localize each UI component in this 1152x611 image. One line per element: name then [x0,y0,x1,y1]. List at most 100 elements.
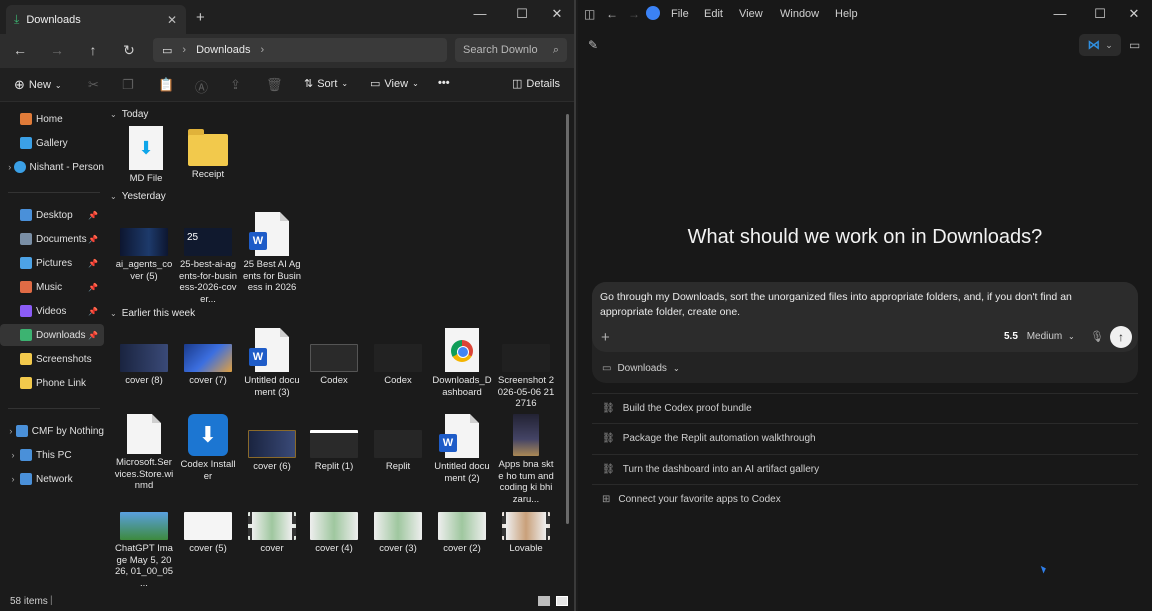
back-icon[interactable]: ← [606,7,618,21]
file-item[interactable]: cover (7) [178,328,238,387]
sidebar-item-network[interactable]: › Network [0,468,104,490]
sidebar-toggle-icon[interactable]: ◫ [584,7,595,21]
file-item[interactable]: cover [242,512,302,555]
file-item[interactable]: ⬇ Codex Installer [178,414,238,482]
prompt-input[interactable]: Go through my Downloads, sort the unorga… [600,290,1100,320]
maximize-button[interactable]: ☐ [510,6,534,22]
search-input[interactable]: Search Downlo ⌕ [455,38,567,62]
paste-icon[interactable]: 📋 [158,77,174,93]
file-item[interactable]: cover (2) [432,512,492,555]
share-icon[interactable]: ⇪ [230,77,241,93]
group-header-earlier-this-week[interactable]: ⌄ Earlier this week [110,308,195,319]
pictures-icon [20,257,32,269]
model-selector[interactable]: 5.5 Medium ⌄ [1004,331,1075,342]
sidebar-label: Videos [36,305,67,317]
menu-help[interactable]: Help [835,8,858,20]
suggestion-item[interactable]: ⊞ Connect your favorite apps to Codex [592,484,1138,514]
send-button[interactable]: ↑ [1110,326,1132,348]
suggestion-item[interactable]: ⛓ Package the Replit automation walkthro… [592,423,1138,453]
file-item[interactable]: Downloads_Dashboard [432,328,492,398]
menu-view[interactable]: View [739,8,763,20]
refresh-button[interactable]: ↻ [119,42,139,59]
vertical-scrollbar[interactable] [566,114,569,524]
sidebar-item-onedrive[interactable]: › Nishant - Person [0,156,104,178]
sort-button[interactable]: ⇅ Sort ⌄ [304,77,348,91]
details-button[interactable]: ◫ Details [512,77,560,91]
microphone-icon[interactable]: 🎙 [1090,330,1104,343]
chevron-right-icon[interactable]: › [6,450,20,460]
more-options-icon[interactable]: ••• [438,77,450,89]
file-item[interactable]: Microsoft.Services.Store.winmd [114,414,174,492]
sidebar-item-phone-link[interactable]: Phone Link [0,372,104,394]
minimize-button[interactable]: — [468,6,492,21]
file-item[interactable]: Apps bna skte ho tum and coding ki bhi z… [496,414,556,505]
close-window-button[interactable]: ✕ [1122,6,1146,22]
file-item[interactable]: W Untitled document (2) [432,414,492,484]
file-item[interactable]: cover (4) [304,512,364,555]
address-bar[interactable]: ▭ › Downloads › [153,38,447,62]
file-item[interactable]: cover (5) [178,512,238,555]
file-item[interactable]: W 25 Best AI Agents for Business in 2026 [242,212,302,294]
file-item[interactable]: cover (3) [368,512,428,555]
chevron-right-icon[interactable]: › [6,426,16,436]
file-item[interactable]: ChatGPT Image May 5, 2026, 01_00_05 ... [114,512,174,589]
file-item[interactable]: cover (8) [114,328,174,387]
minimize-button[interactable]: — [1048,6,1072,21]
new-chat-icon[interactable]: ✎ [588,38,598,52]
new-button[interactable]: ⊕ New ⌄ [14,77,62,93]
maximize-button[interactable]: ☐ [1088,6,1112,22]
close-tab-icon[interactable]: ✕ [167,13,177,27]
close-window-button[interactable]: ✕ [545,6,569,22]
attach-plus-icon[interactable]: + [601,329,610,346]
file-item[interactable]: ⬇ MD File [116,126,176,185]
sidebar-item-cmf[interactable]: › CMF by Nothing [0,420,104,442]
file-item[interactable]: Replit (1) [304,414,364,473]
back-button[interactable]: ← [10,42,30,58]
tab-downloads[interactable]: ⤓ Downloads ✕ [6,5,186,34]
file-item[interactable]: ai_agents_cover (5) [114,212,174,282]
file-item[interactable]: cover (6) [242,414,302,473]
sidebar-item-pictures[interactable]: Pictures 📌 [0,252,104,274]
sidebar-item-screenshots[interactable]: Screenshots [0,348,104,370]
chevron-right-icon[interactable]: › [6,474,20,484]
file-item[interactable]: Lovable [496,512,556,555]
new-tab-button[interactable]: + [196,9,205,26]
file-item[interactable]: Codex [304,328,364,387]
forward-button[interactable]: → [47,42,67,58]
menu-file[interactable]: File [671,8,689,20]
chevron-right-icon[interactable]: › [6,162,14,172]
group-header-today[interactable]: ⌄ Today [110,109,148,120]
sidebar-item-gallery[interactable]: Gallery [0,132,104,154]
sidebar-item-this-pc[interactable]: › This PC [0,444,104,466]
suggestion-item[interactable]: ⛓ Build the Codex proof bundle [592,393,1138,423]
forward-icon[interactable]: → [628,7,640,21]
delete-icon[interactable]: 🗑 [266,77,283,93]
sidebar-item-home[interactable]: Home [0,108,104,130]
cut-icon[interactable]: ✂ [88,77,99,93]
menu-edit[interactable]: Edit [704,8,723,20]
open-in-editor-button[interactable]: ⋈ ⌄ [1079,34,1121,56]
file-item[interactable]: 25 25-best-ai-agents-for-business-2026-c… [178,212,238,305]
details-view-icon[interactable] [538,596,550,606]
suggestion-item[interactable]: ⛓ Turn the dashboard into an AI artifact… [592,454,1138,484]
large-icons-view-icon[interactable] [556,596,568,606]
rename-icon[interactable]: Ⓐ [195,77,208,96]
sidebar-item-downloads[interactable]: Downloads 📌 [0,324,104,346]
sidebar-item-desktop[interactable]: Desktop 📌 [0,204,104,226]
group-header-yesterday[interactable]: ⌄ Yesterday [110,191,166,202]
file-item[interactable]: Replit [368,414,428,473]
file-item[interactable]: W Untitled document (3) [242,328,302,398]
menu-window[interactable]: Window [780,8,819,20]
sidebar-item-music[interactable]: Music 📌 [0,276,104,298]
file-item[interactable]: Receipt [178,126,238,181]
view-button[interactable]: ▭ View ⌄ [370,77,419,91]
copy-icon[interactable]: ❐ [122,77,134,93]
folder-selector[interactable]: ▭ Downloads ⌄ [602,363,680,374]
image-thumbnail [120,344,168,372]
file-item[interactable]: Codex [368,328,428,387]
sidebar-item-videos[interactable]: Videos 📌 [0,300,104,322]
file-item[interactable]: Screenshot 2026-05-06 212716 [496,328,556,410]
sidebar-item-documents[interactable]: Documents 📌 [0,228,104,250]
panel-toggle-icon[interactable]: ▭ [1129,38,1140,52]
up-button[interactable]: ↑ [83,42,103,58]
